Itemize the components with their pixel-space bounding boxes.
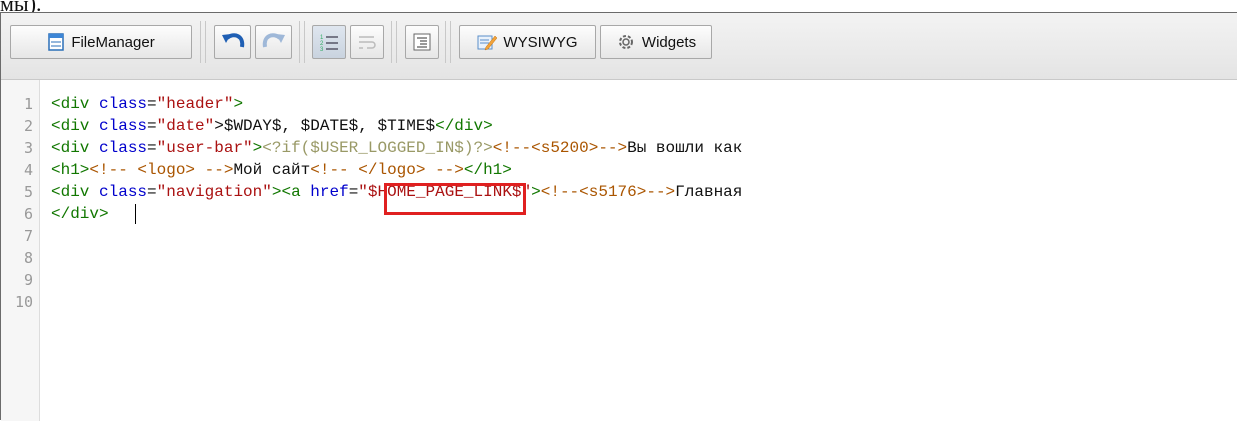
code-editor: FileManager 123 WYSIWYG Widgets 1 2 3 4 … (0, 12, 1237, 421)
tag: </h1> (463, 161, 512, 179)
equals: = (348, 183, 359, 201)
line-number: 7 (23, 227, 33, 245)
indent-icon (413, 33, 431, 51)
tag: </div> (51, 205, 109, 223)
line-number: 5 (23, 183, 33, 201)
string: "header" (156, 95, 234, 113)
equals: = (147, 183, 157, 201)
widgets-button[interactable]: Widgets (600, 25, 712, 59)
editor-toolbar: FileManager 123 WYSIWYG Widgets (1, 13, 1237, 80)
line-numbers-toggle[interactable]: 123 (312, 25, 346, 59)
attribute: class (99, 95, 148, 113)
line-number: 1 (23, 95, 33, 113)
comment: <!-- </logo> --> (310, 161, 464, 179)
word-wrap-button[interactable] (350, 25, 384, 59)
tag: <div (51, 95, 100, 113)
tag: > (531, 183, 541, 201)
wysiwyg-label: WYSIWYG (503, 33, 578, 51)
redo-button[interactable] (255, 25, 292, 59)
attribute: class (99, 183, 148, 201)
comment: <!--<s5200>--> (492, 139, 628, 157)
string: "user-bar" (156, 139, 253, 157)
widgets-label: Widgets (641, 33, 697, 51)
highlight-box (384, 183, 526, 215)
code-line[interactable]: <div class="user-bar"><?if($USER_LOGGED_… (51, 137, 742, 159)
tag: <div (51, 117, 100, 135)
svg-text:3: 3 (320, 47, 324, 52)
text: >$WDAY$, $DATE$, $TIME$ (214, 117, 436, 135)
attribute: href (310, 183, 349, 201)
format-button[interactable] (405, 25, 439, 59)
equals: = (147, 139, 157, 157)
php-directive: <?if($USER_LOGGED_IN$)?> (262, 139, 493, 157)
string: "navigation" (156, 183, 272, 201)
undo-button[interactable] (214, 25, 251, 59)
comment: <!--<s5176>--> (540, 183, 676, 201)
line-number: 8 (23, 249, 33, 267)
filemanager-label: FileManager (71, 33, 155, 51)
wrap-icon (359, 36, 376, 49)
text: Вы вошли как (627, 139, 743, 157)
equals: = (147, 117, 157, 135)
code-line[interactable]: <h1><!-- <logo> -->Мой сайт<!-- </logo> … (51, 159, 512, 181)
toolbar-separator (200, 21, 206, 63)
gear-icon (618, 35, 633, 49)
edit-icon (477, 35, 498, 51)
toolbar-separator (299, 21, 305, 63)
text: Главная (675, 183, 743, 201)
toolbar-separator (445, 21, 451, 63)
attribute: class (99, 117, 148, 135)
code-line[interactable]: <div class="header"> (51, 93, 243, 115)
undo-icon (221, 33, 244, 48)
tag: <div (51, 139, 100, 157)
list-icon: 123 (320, 35, 338, 52)
tag: </div> (435, 117, 493, 135)
tag: > (233, 95, 244, 113)
line-number: 4 (23, 161, 33, 179)
line-number: 10 (14, 293, 33, 311)
tag: > (252, 139, 263, 157)
code-line[interactable]: </div> (51, 203, 136, 225)
code-line[interactable]: <div class="date">$WDAY$, $DATE$, $TIME$… (51, 115, 493, 137)
comment: <!-- <logo> --> (89, 161, 234, 179)
tag: <a (281, 183, 311, 201)
redo-icon (262, 33, 285, 48)
wysiwyg-button[interactable]: WYSIWYG (459, 25, 596, 59)
line-number: 9 (23, 271, 33, 289)
tag: <div (51, 183, 100, 201)
line-number-gutter: 1 2 3 4 5 6 7 8 9 10 (1, 80, 40, 421)
equals: = (147, 95, 157, 113)
string: "date" (156, 117, 215, 135)
line-number: 6 (23, 205, 33, 223)
site-title-text: Мой сайт (233, 161, 311, 179)
text-cursor (135, 204, 136, 224)
toolbar-separator (391, 21, 397, 63)
line-number: 3 (23, 139, 33, 157)
tag: <h1> (51, 161, 90, 179)
line-number: 2 (23, 117, 33, 135)
attribute: class (99, 139, 148, 157)
file-icon (48, 33, 65, 51)
filemanager-button[interactable]: FileManager (10, 25, 192, 59)
